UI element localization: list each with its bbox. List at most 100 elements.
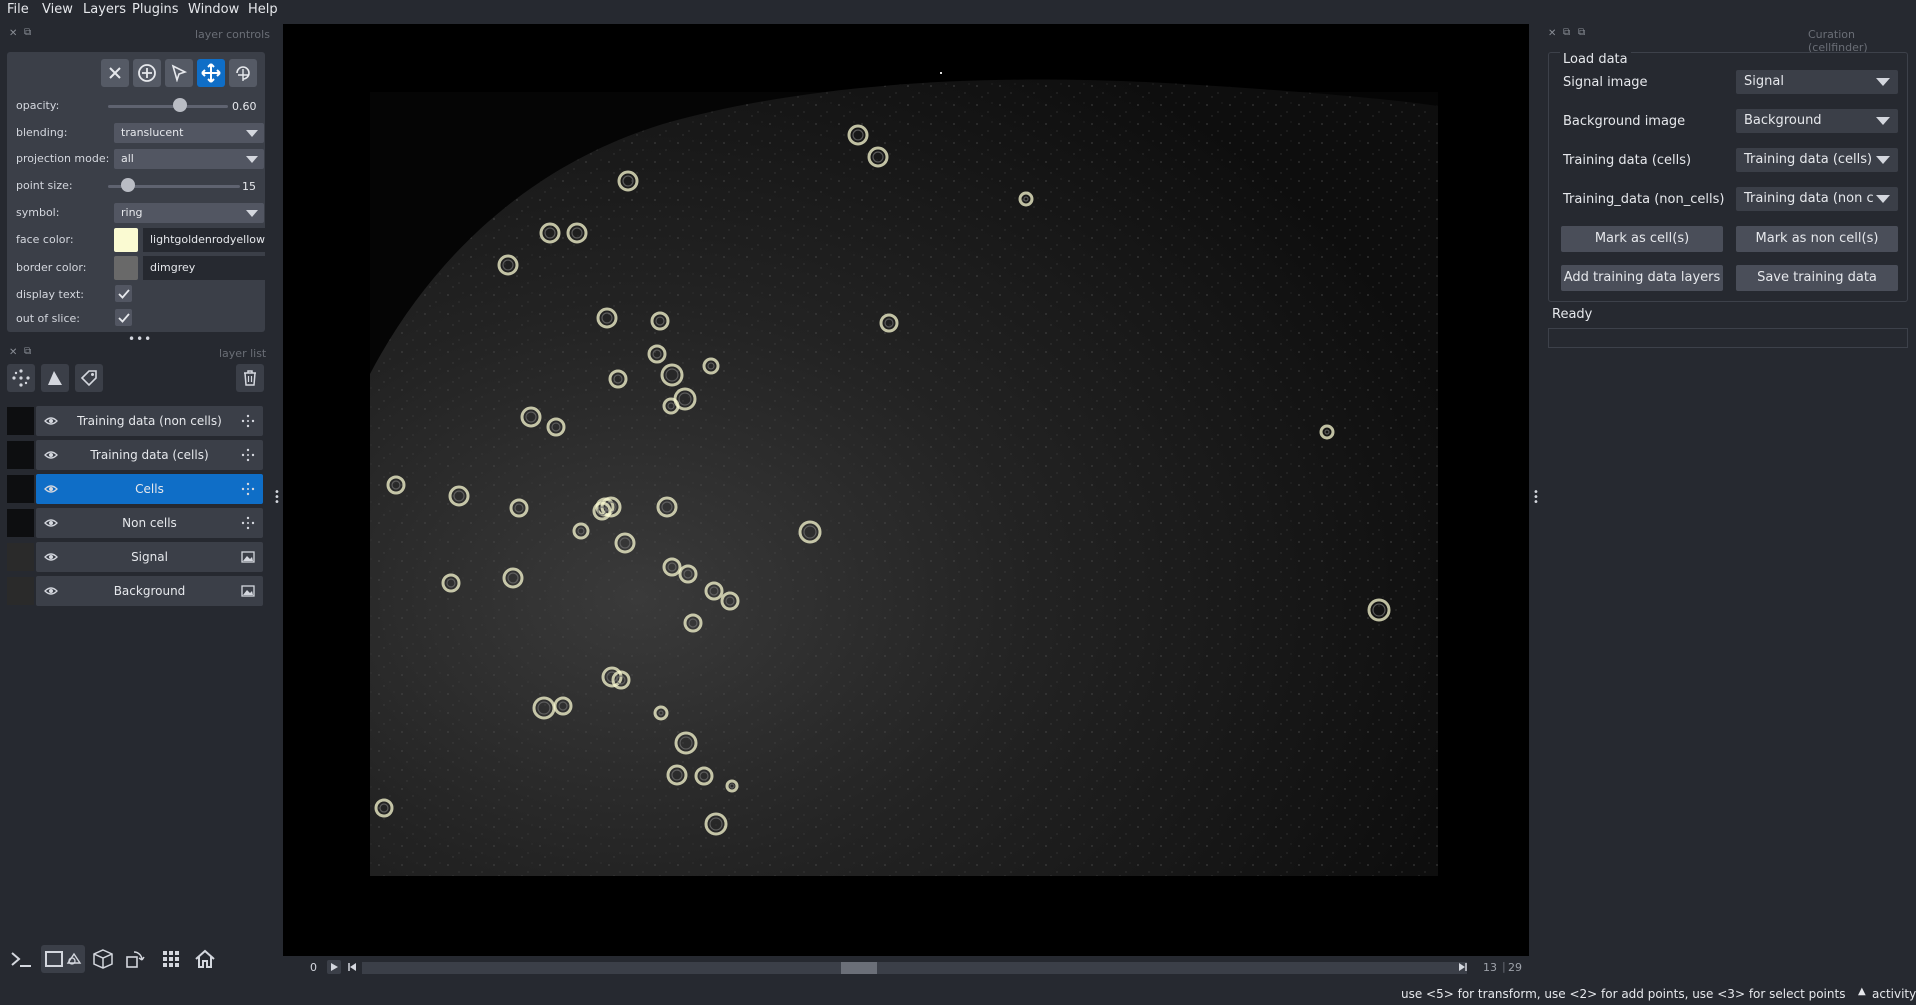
border-color-input[interactable]: dimgrey bbox=[143, 256, 265, 280]
menu-help[interactable]: Help bbox=[248, 2, 278, 17]
dock-float-icon[interactable]: ⧉ bbox=[24, 27, 31, 38]
visibility-toggle[interactable] bbox=[44, 585, 58, 600]
toggle-ndisplay-button[interactable] bbox=[41, 945, 85, 973]
points-icon bbox=[12, 369, 30, 387]
dims-slider-handle[interactable] bbox=[841, 962, 878, 974]
chevron-down-icon bbox=[1876, 156, 1890, 164]
layer-select[interactable]: Signal bbox=[1736, 70, 1898, 94]
current-slice: 13 bbox=[1483, 961, 1497, 974]
new-points-layer-button[interactable] bbox=[7, 364, 35, 392]
layer-type-indicator bbox=[241, 448, 255, 465]
roll-dims-button[interactable] bbox=[89, 945, 117, 973]
visibility-toggle[interactable] bbox=[44, 551, 58, 566]
point-size-slider-handle[interactable] bbox=[120, 178, 135, 192]
layer-select-value: Training data (cells) bbox=[1744, 152, 1873, 167]
points-icon bbox=[241, 482, 255, 496]
layer-item[interactable]: Training data (cells) bbox=[36, 440, 263, 470]
opacity-slider[interactable] bbox=[108, 105, 228, 108]
dock-float-icon[interactable]: ⧉ bbox=[1578, 27, 1585, 38]
first-frame-button[interactable] bbox=[346, 960, 358, 974]
dock-splitter-handle[interactable]: ••• bbox=[128, 332, 152, 346]
home-button[interactable] bbox=[191, 945, 219, 973]
layer-row[interactable]: Non cells bbox=[7, 508, 263, 538]
select-points-button[interactable] bbox=[165, 59, 193, 87]
layer-select[interactable]: Background bbox=[1736, 109, 1898, 133]
display-text-checkbox[interactable] bbox=[115, 285, 132, 302]
blending-select[interactable]: translucent bbox=[114, 123, 264, 143]
menu-layers[interactable]: Layers bbox=[83, 2, 126, 17]
layer-item[interactable]: Training data (non cells) bbox=[36, 406, 263, 436]
grid-view-button[interactable] bbox=[157, 945, 185, 973]
new-shapes-layer-button[interactable] bbox=[41, 364, 69, 392]
new-labels-layer-button[interactable] bbox=[75, 364, 103, 392]
square-2d-icon bbox=[45, 951, 82, 967]
layer-row[interactable]: Background bbox=[7, 576, 263, 606]
menu-view[interactable]: View bbox=[42, 2, 73, 17]
dock-float-icon[interactable]: ⧉ bbox=[24, 346, 31, 357]
left-splitter-handle[interactable]: • • • bbox=[274, 488, 280, 508]
layer-row[interactable]: Signal bbox=[7, 542, 263, 572]
layer-row[interactable]: Cells bbox=[7, 474, 263, 504]
out-of-slice-checkbox[interactable] bbox=[115, 309, 132, 326]
play-button[interactable] bbox=[327, 960, 341, 974]
layer-item[interactable]: Background bbox=[36, 576, 263, 606]
menu-window[interactable]: Window bbox=[188, 2, 239, 17]
layer-item[interactable]: Cells bbox=[36, 474, 263, 504]
visibility-toggle[interactable] bbox=[44, 483, 58, 498]
menu-file[interactable]: File bbox=[7, 2, 29, 17]
symbol-select[interactable]: ring bbox=[114, 203, 264, 223]
last-frame-button[interactable] bbox=[1457, 960, 1469, 974]
activity-button[interactable]: activity bbox=[1872, 987, 1916, 1001]
opacity-slider-handle[interactable] bbox=[173, 98, 187, 112]
layer-type-indicator bbox=[241, 482, 255, 499]
delete-selected-points-button[interactable] bbox=[101, 59, 129, 87]
layer-select[interactable]: Training data (cells) bbox=[1736, 148, 1898, 172]
transform-button[interactable] bbox=[229, 59, 257, 87]
trash-icon bbox=[244, 370, 256, 386]
layer-select[interactable]: Training data (non c bbox=[1736, 187, 1898, 211]
transpose-button[interactable] bbox=[121, 945, 149, 973]
projection-mode-select[interactable]: all bbox=[114, 149, 264, 169]
pan-zoom-button[interactable] bbox=[197, 59, 225, 87]
visibility-toggle[interactable] bbox=[44, 517, 58, 532]
points-icon bbox=[241, 516, 255, 530]
total-slices: 29 bbox=[1508, 961, 1522, 974]
layer-controls-title: layer controls bbox=[195, 28, 270, 41]
dims-slider-track[interactable] bbox=[362, 962, 1467, 974]
dock-close-icon[interactable]: ✕ bbox=[1548, 28, 1556, 39]
blending-label: blending: bbox=[16, 126, 68, 139]
field-label: Background image bbox=[1563, 114, 1686, 129]
layer-row[interactable]: Training data (cells) bbox=[7, 440, 263, 470]
add-training-data-layers-button[interactable]: Add training data layers bbox=[1561, 265, 1723, 291]
delete-layer-button[interactable] bbox=[236, 364, 264, 392]
viewer-canvas[interactable] bbox=[283, 24, 1529, 956]
layer-thumbnail bbox=[7, 509, 34, 537]
layer-item[interactable]: Non cells bbox=[36, 508, 263, 538]
add-points-button[interactable] bbox=[133, 59, 161, 87]
dock-close-icon[interactable]: ✕ bbox=[9, 28, 17, 39]
save-training-data-button[interactable]: Save training data bbox=[1736, 265, 1898, 291]
dock-hide-icon[interactable]: ⧉ bbox=[1563, 27, 1570, 38]
visibility-toggle[interactable] bbox=[44, 449, 58, 464]
menu-plugins[interactable]: Plugins bbox=[132, 2, 179, 17]
chevron-down-icon bbox=[246, 130, 258, 137]
right-splitter-handle[interactable]: • • • bbox=[1533, 488, 1539, 508]
face-color-swatch[interactable] bbox=[114, 228, 138, 252]
console-button[interactable] bbox=[7, 945, 35, 973]
activity-caret-icon[interactable]: ▲ bbox=[1858, 986, 1866, 997]
close-icon bbox=[109, 67, 121, 79]
layer-type-indicator bbox=[241, 584, 255, 601]
layer-item[interactable]: Signal bbox=[36, 542, 263, 572]
cube-icon bbox=[93, 949, 113, 969]
layer-thumbnail bbox=[7, 577, 34, 605]
axis-index: 0 bbox=[310, 961, 317, 974]
border-color-swatch[interactable] bbox=[114, 256, 138, 280]
layer-row[interactable]: Training data (non cells) bbox=[7, 406, 263, 436]
dock-close-icon[interactable]: ✕ bbox=[9, 347, 17, 358]
mark-as-cells-button[interactable]: Mark as cell(s) bbox=[1561, 226, 1723, 252]
visibility-toggle[interactable] bbox=[44, 415, 58, 430]
image-icon bbox=[241, 551, 255, 563]
mark-as-non-cells-button[interactable]: Mark as non cell(s) bbox=[1736, 226, 1898, 252]
face-color-input[interactable]: lightgoldenrodyellow bbox=[143, 228, 265, 252]
skip-back-icon bbox=[348, 963, 356, 971]
